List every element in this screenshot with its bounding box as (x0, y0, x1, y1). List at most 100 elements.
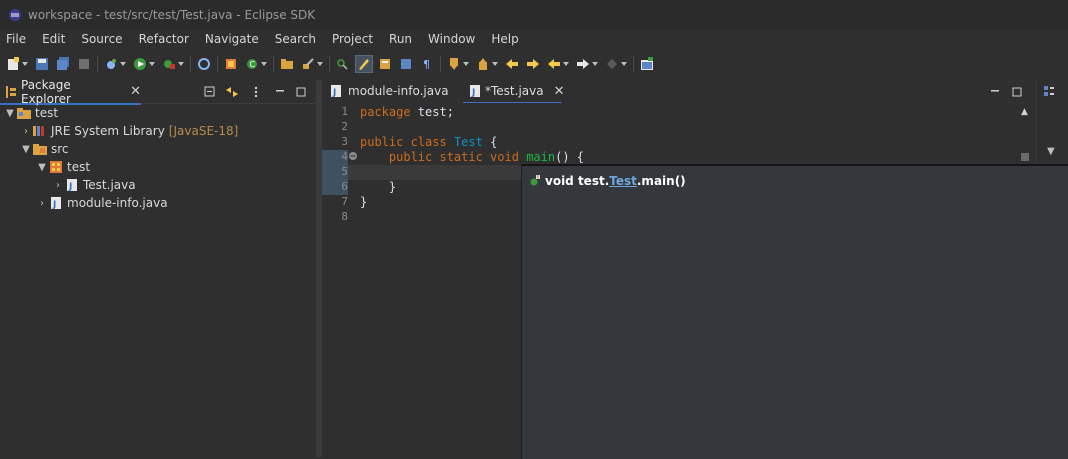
minimize-icon[interactable] (272, 84, 288, 100)
svg-text:¶: ¶ (423, 58, 430, 71)
menu-navigate[interactable]: Navigate (205, 32, 259, 46)
brush-icon[interactable] (300, 56, 316, 72)
code-text: { (482, 135, 498, 149)
forward-arrow-icon[interactable] (575, 56, 591, 72)
package-icon (48, 159, 64, 175)
run-dropdown[interactable] (149, 56, 156, 72)
close-icon[interactable]: ✕ (554, 84, 565, 99)
menu-window[interactable]: Window (428, 32, 475, 46)
chevron-right-icon[interactable]: › (36, 197, 48, 209)
menu-help[interactable]: Help (491, 32, 518, 46)
method-name: main (526, 150, 556, 164)
collapse-all-icon[interactable] (202, 84, 218, 100)
menu-run[interactable]: Run (389, 32, 412, 46)
overview-marker[interactable] (1021, 153, 1029, 161)
new-package-icon[interactable] (223, 56, 239, 72)
chevron-down-icon[interactable]: ▼ (1047, 146, 1055, 157)
debug-icon[interactable] (103, 56, 119, 72)
public-method-icon: S (529, 175, 541, 187)
tree-item-package-test[interactable]: ▼ test (36, 158, 90, 176)
tab-module-info[interactable]: J module-info.java (326, 80, 458, 102)
close-icon[interactable]: ✕ (130, 84, 141, 99)
maximize-icon[interactable] (1009, 84, 1025, 100)
package-explorer-tab[interactable]: Package Explorer ✕ (0, 78, 141, 106)
forward-edit-icon[interactable] (525, 56, 541, 72)
run-icon[interactable] (132, 56, 148, 72)
menu-file[interactable]: File (6, 32, 26, 46)
scroll-up-icon[interactable]: ▲ (1021, 107, 1028, 117)
menu-edit[interactable]: Edit (42, 32, 65, 46)
edit-block-icon[interactable] (377, 56, 393, 72)
back-arrow-icon[interactable] (546, 56, 562, 72)
chevron-right-icon[interactable]: › (20, 125, 32, 137)
last-edit-icon[interactable] (504, 56, 520, 72)
next-annotation-dropdown[interactable] (463, 56, 470, 72)
type-name: Test (453, 135, 483, 149)
signature-type-link[interactable]: Test (609, 174, 637, 188)
tree-item-test-java[interactable]: › J Test.java (52, 176, 136, 194)
external-tools-dropdown[interactable] (178, 56, 185, 72)
tree-item-jre-library[interactable]: › JRE System Library [JavaSE-18] (20, 122, 238, 140)
link-with-editor-icon[interactable] (224, 84, 240, 100)
save-icon[interactable] (34, 56, 50, 72)
fold-collapse-icon[interactable] (348, 151, 358, 161)
new-dropdown[interactable] (22, 56, 29, 72)
tree-item-src[interactable]: ▼ src (20, 140, 69, 158)
editor-tabbar: J module-info.java J *Test.java ✕ (322, 80, 1032, 104)
new-class-icon[interactable]: C (244, 56, 260, 72)
tab-test-java[interactable]: J *Test.java ✕ (463, 80, 565, 104)
pin-dropdown[interactable] (621, 56, 628, 72)
new-icon[interactable] (5, 56, 21, 72)
tree-item-label: src (51, 142, 69, 156)
menu-refactor[interactable]: Refactor (139, 32, 189, 46)
forward-dropdown[interactable] (592, 56, 599, 72)
code-text: } (360, 195, 368, 209)
highlighter-icon[interactable] (355, 55, 373, 73)
tree-item-project-test[interactable]: ▼ test (4, 104, 58, 122)
new-class-dropdown[interactable] (261, 56, 268, 72)
toolbar-separator (329, 56, 330, 72)
java-file-icon: J (48, 195, 64, 211)
menu-project[interactable]: Project (332, 32, 373, 46)
save-all-icon[interactable] (55, 56, 71, 72)
debug-dropdown[interactable] (120, 56, 127, 72)
tree-item-module-info[interactable]: › J module-info.java (36, 194, 168, 212)
search-flag-icon[interactable] (335, 56, 351, 72)
tab-label: *Test.java (485, 84, 544, 98)
maximize-icon[interactable] (293, 84, 309, 100)
pin-icon[interactable] (604, 56, 620, 72)
keyword: public static void (388, 150, 519, 164)
open-perspective-icon[interactable] (639, 56, 655, 72)
external-tools-icon[interactable] (161, 56, 177, 72)
minimize-icon[interactable] (987, 84, 1003, 100)
svg-text:J: J (471, 88, 475, 98)
menu-search[interactable]: Search (275, 32, 316, 46)
next-annotation-icon[interactable] (446, 56, 462, 72)
source-folder-icon (32, 141, 48, 157)
tree-item-label: JRE System Library (51, 124, 165, 138)
tab-label: module-info.java (348, 84, 449, 98)
coverage-icon[interactable] (196, 56, 212, 72)
java-file-icon: J (330, 84, 342, 98)
prev-annotation-dropdown[interactable] (492, 56, 499, 72)
view-menu-icon[interactable] (248, 84, 264, 100)
menu-source[interactable]: Source (81, 32, 122, 46)
toolbar-separator (190, 56, 191, 72)
chevron-down-icon[interactable]: ▼ (4, 107, 16, 119)
chevron-down-icon[interactable]: ▼ (36, 161, 48, 173)
show-whitespace-icon[interactable] (398, 56, 414, 72)
project-folder-icon (16, 105, 32, 121)
chevron-down-icon[interactable]: ▼ (20, 143, 32, 155)
outline-icon[interactable] (1043, 85, 1055, 97)
signature-suffix: .main() (636, 174, 686, 188)
prev-annotation-icon[interactable] (475, 56, 491, 72)
back-dropdown[interactable] (563, 56, 570, 72)
pilcrow-icon[interactable]: ¶ (419, 56, 435, 72)
brush-dropdown[interactable] (317, 56, 324, 72)
toggle-icon[interactable] (76, 56, 92, 72)
line-number-ruler: 1 2 3 4 5 6 7 8 (322, 103, 348, 457)
open-folder-icon[interactable] (279, 56, 295, 72)
package-explorer: Package Explorer ✕ ▼ test › JRE System L… (0, 78, 316, 457)
chevron-right-icon[interactable]: › (52, 179, 64, 191)
toolbar-separator (97, 56, 98, 72)
